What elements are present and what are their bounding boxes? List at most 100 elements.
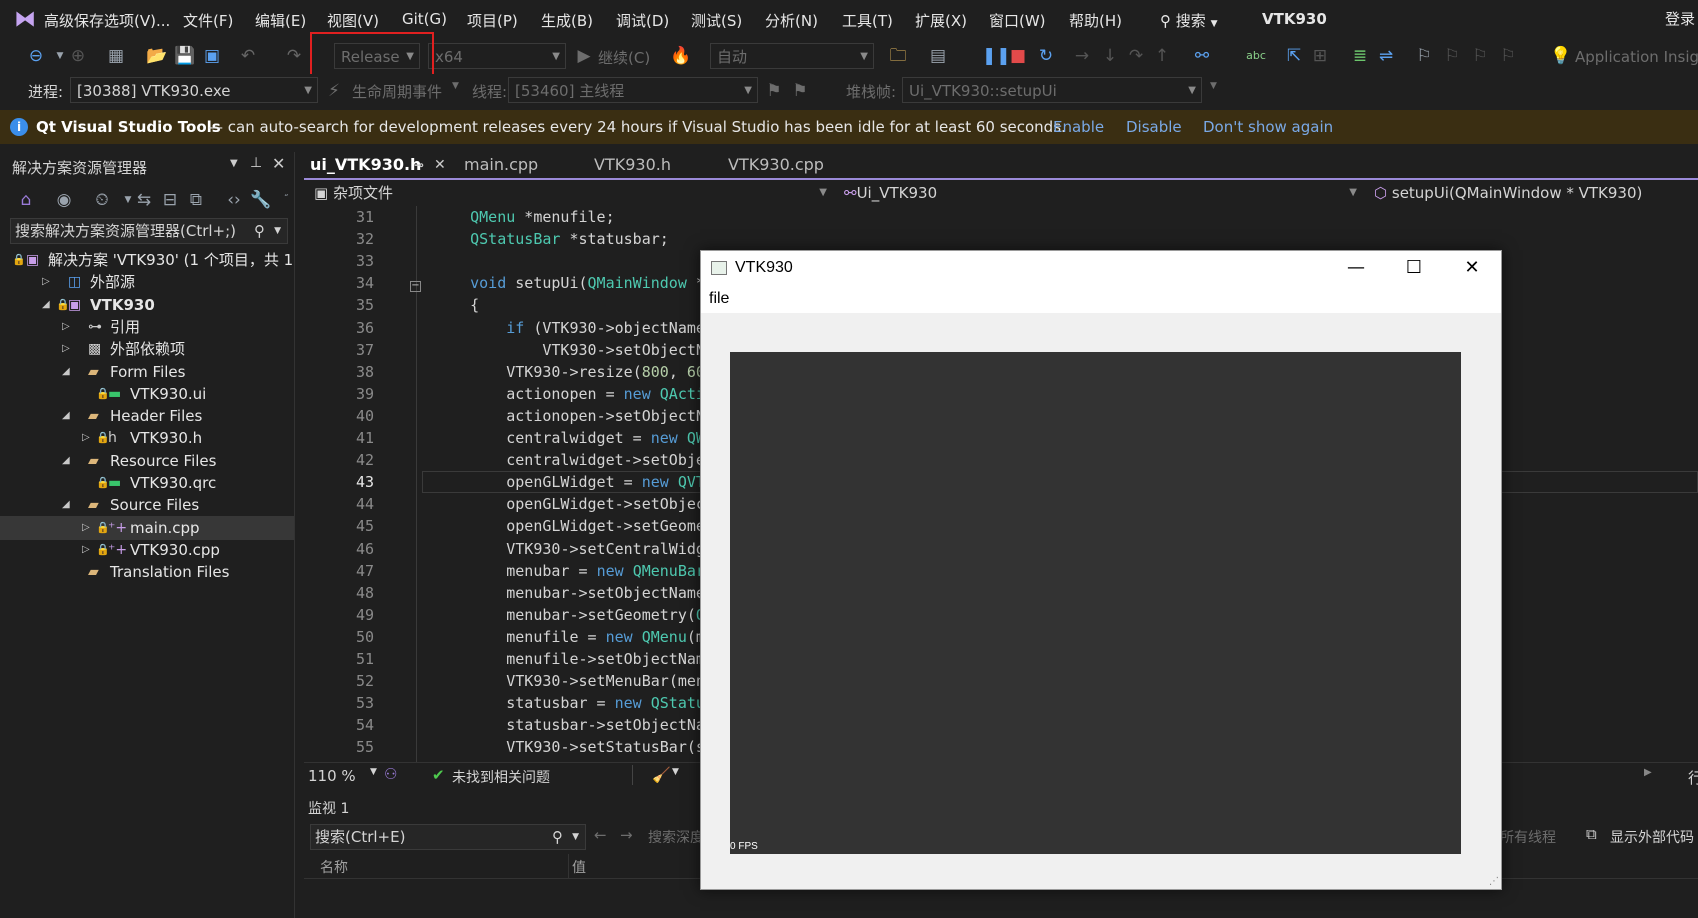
code-line[interactable]: menubar->setGeometry(QR: [434, 606, 714, 624]
expand-icon[interactable]: ▷: [82, 538, 94, 562]
tree-item[interactable]: 🔒 ▬ VTK930.ui: [0, 382, 294, 406]
tree-item[interactable]: ▷ 🔒 h VTK930.h: [0, 426, 294, 450]
visual-studio-logo-icon[interactable]: ⧓: [14, 8, 40, 32]
chevron-down-icon[interactable]: ▼: [370, 767, 377, 777]
platform-dropdown[interactable]: x64 ▼: [428, 43, 566, 69]
collapse-icon[interactable]: ◢: [42, 293, 54, 317]
tree-item[interactable]: ◢ ▰ Source Files: [0, 493, 294, 517]
close-icon[interactable]: ✕: [272, 154, 285, 173]
tab-main-cpp[interactable]: main.cpp: [464, 152, 584, 178]
menu-view[interactable]: 视图(V): [327, 10, 379, 31]
tree-item[interactable]: ◢ ▰ Resource Files: [0, 449, 294, 473]
prev-bookmark-icon[interactable]: ⚐: [1442, 46, 1462, 66]
expand-icon[interactable]: ▷: [42, 270, 54, 294]
member-dropdown[interactable]: ⬡ setupUi(QMainWindow * VTK930): [1368, 180, 1698, 206]
tree-item[interactable]: ▷ ▩ 外部依赖项: [0, 337, 294, 361]
class-dropdown[interactable]: ⚯Ui_VTK930 ▼: [838, 180, 1362, 206]
continue-button[interactable]: 继续(C): [598, 47, 650, 68]
pause-icon[interactable]: ❚❚: [982, 46, 1011, 66]
tree-item[interactable]: ◢ ▰ Header Files: [0, 404, 294, 428]
menu-git[interactable]: Git(G): [402, 10, 447, 28]
switch-view-icon[interactable]: ◉: [54, 190, 74, 210]
column-divider[interactable]: [568, 854, 569, 878]
expand-icon[interactable]: ▷: [62, 337, 74, 361]
code-line[interactable]: openGLWidget = new QVTK: [434, 473, 714, 491]
continue-icon[interactable]: ▶: [574, 46, 594, 66]
expand-icon[interactable]: ▷: [62, 315, 74, 339]
dont-show-again-link[interactable]: Don't show again: [1203, 118, 1333, 136]
tab-ui-vtk930-h[interactable]: ui_VTK930.h ⊸ ✕: [304, 152, 458, 181]
step-over-icon[interactable]: ↷: [1126, 46, 1146, 66]
clear-bookmarks-icon[interactable]: ⚐: [1498, 46, 1518, 66]
code-line[interactable]: menufile = new QMenu(me: [434, 628, 714, 646]
code-line[interactable]: void setupUi(QMainWindow *V: [434, 274, 714, 292]
pin-icon[interactable]: ⊸: [414, 152, 424, 178]
cleanup-icon[interactable]: 🧹: [652, 766, 671, 784]
code-line[interactable]: VTK930->setStatusBar(st: [434, 738, 714, 756]
show-external-code-button[interactable]: 显示外部代码: [1610, 827, 1694, 847]
search-back-icon[interactable]: ←: [594, 826, 607, 844]
value-column-header[interactable]: 值: [572, 857, 586, 877]
maximize-icon[interactable]: ☐: [1385, 251, 1443, 285]
toolbar-overflow-icon[interactable]: ▼: [1210, 81, 1217, 91]
copilot-icon[interactable]: ⚇: [384, 765, 397, 783]
collapse-icon[interactable]: ◢: [62, 404, 74, 428]
code-line[interactable]: actionopen = new QActic: [434, 385, 714, 403]
stack-frame-dropdown[interactable]: Ui_VTK930::setupUi ▼: [902, 77, 1202, 103]
menu-project[interactable]: 项目(P): [467, 10, 518, 31]
folder-search-icon[interactable]: 🗀: [888, 46, 908, 66]
step-into-icon[interactable]: ↓: [1100, 46, 1120, 66]
tree-item[interactable]: ▷ 🔒 ⁺+ VTK930.cpp: [0, 538, 294, 562]
next-bookmark-icon[interactable]: ⚐: [1470, 46, 1490, 66]
forward-icon[interactable]: ⊕: [68, 46, 88, 66]
code-icon[interactable]: ‹›: [224, 190, 244, 210]
menu-extensions[interactable]: 扩展(X): [915, 10, 967, 31]
collapse-icon[interactable]: ◢: [62, 449, 74, 473]
menu-edit[interactable]: 编辑(E): [255, 10, 306, 31]
more-icon[interactable]: ˝: [276, 190, 296, 210]
collapse-all-icon[interactable]: ⊟: [160, 190, 180, 210]
menu-advanced-save[interactable]: 高级保存选项(V)...: [44, 10, 170, 31]
auto-dropdown[interactable]: 自动 ▼: [710, 43, 874, 69]
restart-icon[interactable]: ↻: [1036, 46, 1056, 66]
hot-reload-icon[interactable]: 🔥: [670, 46, 691, 66]
bookmark-icon[interactable]: ⚐: [1414, 46, 1434, 66]
code-line[interactable]: VTK930->resize(800, 600: [434, 363, 714, 381]
step-out-icon[interactable]: ↑: [1152, 46, 1172, 66]
disable-link[interactable]: Disable: [1126, 118, 1182, 136]
tab-vtk930-cpp[interactable]: VTK930.cpp: [728, 152, 848, 178]
close-icon[interactable]: ✕: [1443, 251, 1501, 285]
comment-icon[interactable]: ≣: [1350, 46, 1370, 66]
application-insights-button[interactable]: Application Insights: [1575, 48, 1698, 66]
code-line[interactable]: if (VTK930->objectName(: [434, 319, 714, 337]
save-all-icon[interactable]: ▣: [202, 46, 222, 66]
menu-debug[interactable]: 调试(D): [616, 10, 669, 31]
enable-link[interactable]: Enable: [1053, 118, 1104, 136]
show-next-statement-icon[interactable]: →: [1072, 46, 1092, 66]
stop-icon[interactable]: ■: [1008, 46, 1028, 66]
code-line[interactable]: {: [434, 296, 479, 314]
lifecycle-events-icon[interactable]: ⚡: [324, 81, 344, 101]
tab-vtk930-h[interactable]: VTK930.h: [594, 152, 714, 178]
home-icon[interactable]: ⌂: [16, 190, 36, 210]
menu-analyze[interactable]: 分析(N): [765, 10, 818, 31]
code-line[interactable]: statusbar->setObjectNam: [434, 716, 714, 734]
flag-thread-icon[interactable]: ⚑: [764, 81, 784, 101]
chevron-down-icon[interactable]: ▼: [672, 767, 679, 777]
problems-status[interactable]: 未找到相关问题: [452, 767, 550, 787]
tree-item[interactable]: ▷ 🔒 ⁺+ main.cpp: [0, 515, 294, 540]
expand-icon[interactable]: ▷: [82, 516, 94, 540]
tree-item[interactable]: ◢ ▰ Form Files: [0, 360, 294, 384]
undo-icon[interactable]: ↶: [238, 46, 258, 66]
tree-item[interactable]: ▰ Translation Files: [0, 560, 294, 584]
lifecycle-events-button[interactable]: 生命周期事件: [352, 81, 442, 102]
search-forward-icon[interactable]: →: [620, 826, 633, 844]
solution-search-input[interactable]: 搜索解决方案资源管理器(Ctrl+;) ⚲ ▼: [10, 218, 288, 244]
code-map-icon[interactable]: ⚯: [1192, 46, 1212, 66]
all-threads-button[interactable]: 所有线程: [1500, 827, 1556, 847]
panel-menu-icon[interactable]: ▼: [230, 158, 238, 169]
app-window-titlebar[interactable]: VTK930 — ☐ ✕: [701, 251, 1501, 285]
tree-item[interactable]: ◢ 🔒 ▣ VTK930: [0, 293, 294, 317]
flag-all-icon[interactable]: ⚑: [790, 81, 810, 101]
menu-window[interactable]: 窗口(W): [989, 10, 1046, 31]
